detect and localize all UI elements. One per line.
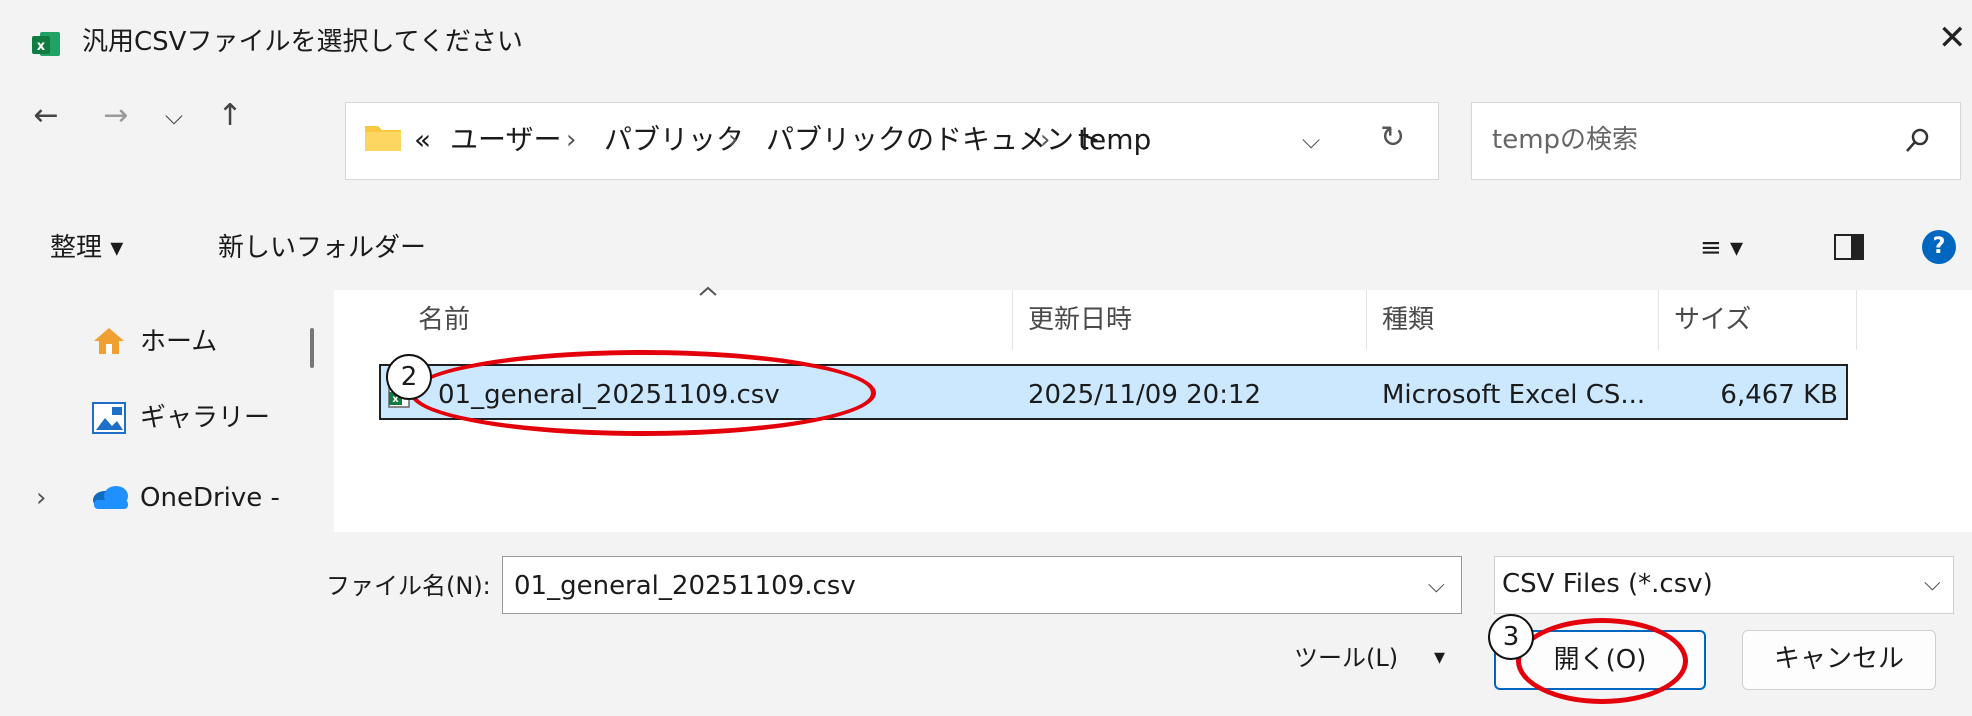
forward-arrow-icon[interactable]: →: [96, 96, 136, 136]
sidebar-item-onedrive[interactable]: OneDrive -: [140, 480, 280, 516]
onedrive-icon: [90, 484, 130, 514]
sort-ascending-icon: [698, 282, 718, 301]
column-header-name[interactable]: 名前: [418, 302, 470, 338]
breadcrumb-chevron-icon[interactable]: ›: [1040, 120, 1050, 160]
search-placeholder: tempの検索: [1492, 125, 1639, 155]
search-icon[interactable]: [1902, 126, 1932, 160]
highlight-ellipse-file: [410, 350, 876, 436]
organize-menu-button[interactable]: 整理 ▾: [50, 228, 123, 268]
breadcrumb-chevron-icon[interactable]: ›: [566, 120, 576, 160]
file-type-value: CSV Files (*.csv): [1502, 569, 1713, 599]
new-folder-button[interactable]: 新しいフォルダー: [218, 228, 426, 268]
column-divider[interactable]: [1856, 290, 1857, 350]
svg-text:x: x: [37, 39, 46, 54]
back-arrow-icon[interactable]: ←: [26, 96, 66, 136]
breadcrumb-public[interactable]: パブリック: [604, 120, 744, 160]
highlight-ellipse-open: [1516, 618, 1688, 704]
sidebar-scrollbar[interactable]: [310, 328, 314, 368]
breadcrumb-users[interactable]: ユーザー: [450, 120, 561, 160]
expand-chevron-icon[interactable]: ›: [36, 480, 46, 516]
home-icon: [92, 326, 126, 360]
breadcrumb-temp[interactable]: temp: [1078, 120, 1151, 160]
filename-history-chevron-icon[interactable]: ⌵: [1428, 568, 1445, 604]
tools-menu-button[interactable]: ツール(L): [1294, 640, 1398, 676]
sidebar-item-gallery[interactable]: ギャラリー: [140, 400, 270, 436]
close-icon[interactable]: ✕: [1938, 18, 1967, 58]
filename-value: 01_general_20251109.csv: [514, 571, 856, 601]
filename-label: ファイル名(N):: [326, 572, 491, 600]
breadcrumb-overflow[interactable]: «: [414, 120, 431, 160]
column-divider[interactable]: [1366, 290, 1367, 350]
column-header-modified[interactable]: 更新日時: [1028, 302, 1132, 338]
file-size: 6,467 KB: [1720, 380, 1838, 410]
breadcrumb-chevron-icon[interactable]: ›: [728, 120, 738, 160]
step-badge-3: 3: [1488, 614, 1534, 660]
file-modified: 2025/11/09 20:12: [1028, 380, 1262, 410]
excel-app-icon: x: [32, 30, 62, 58]
help-icon[interactable]: ?: [1922, 230, 1956, 264]
breadcrumb-public-documents[interactable]: パブリックのドキュメント: [766, 120, 1102, 160]
preview-pane-icon[interactable]: [1834, 234, 1864, 260]
column-divider[interactable]: [1658, 290, 1659, 350]
sidebar-item-home[interactable]: ホーム: [140, 324, 217, 360]
gallery-icon: [92, 402, 126, 438]
step-badge-2: 2: [386, 354, 432, 400]
address-dropdown-chevron-icon[interactable]: ⌵: [1302, 120, 1320, 160]
column-header-size[interactable]: サイズ: [1674, 302, 1751, 338]
column-header-type[interactable]: 種類: [1382, 302, 1434, 338]
view-menu-button[interactable]: ≡ ▾: [1700, 228, 1743, 268]
refresh-icon[interactable]: ↻: [1380, 118, 1405, 158]
up-arrow-icon[interactable]: ↑: [210, 96, 250, 136]
file-type: Microsoft Excel CS...: [1382, 380, 1646, 410]
recent-locations-chevron-icon[interactable]: ⌵: [154, 96, 194, 136]
file-type-chevron-icon[interactable]: ⌵: [1924, 566, 1941, 602]
tools-dropdown-icon[interactable]: ▾: [1434, 640, 1445, 676]
window-title: 汎用CSVファイルを選択してください: [82, 27, 523, 57]
folder-icon: [364, 122, 402, 156]
cancel-button[interactable]: キャンセル: [1742, 630, 1936, 690]
column-divider[interactable]: [1012, 290, 1013, 350]
